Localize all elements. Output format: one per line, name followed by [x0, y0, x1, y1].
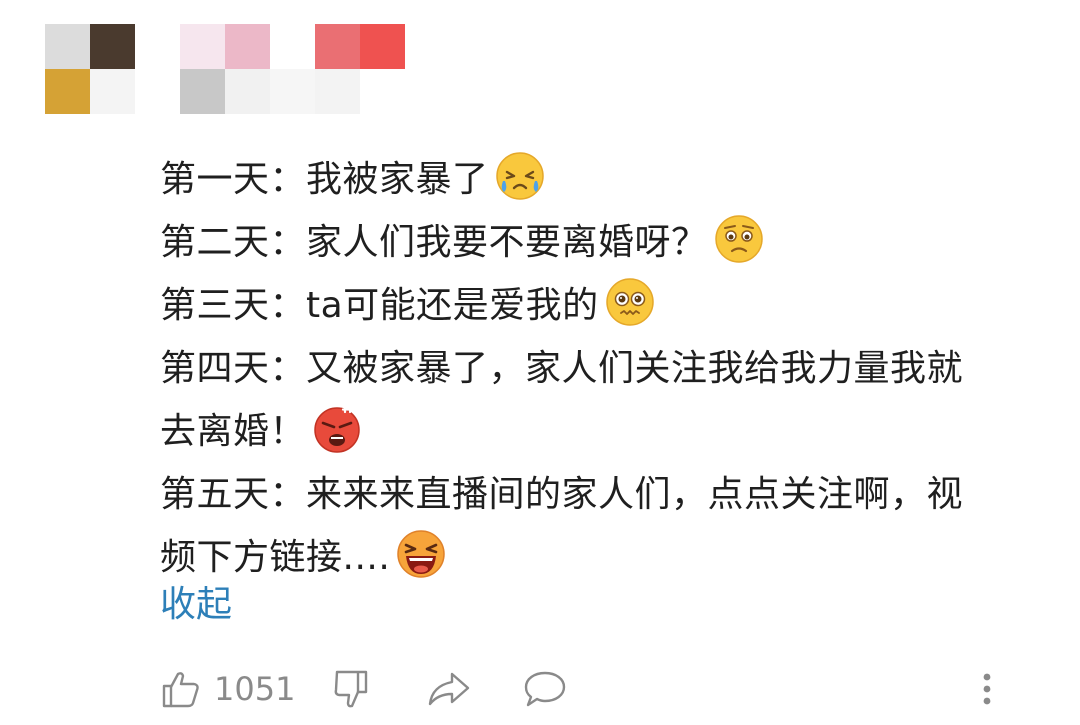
comment-line: 频下方链接....: [160, 526, 1050, 589]
username-pixel: [225, 24, 270, 69]
more-button[interactable]: [980, 666, 994, 712]
avatar-pixel: [45, 24, 90, 69]
username-pixel: [360, 24, 405, 69]
comment-text: 第二天：家人们我要不要离婚呀？: [160, 222, 708, 263]
username-pixel: [225, 69, 270, 114]
crying-emoji: [495, 152, 544, 200]
comment-text: 第五天：来来来直播间的家人们，点点关注啊，视: [160, 474, 964, 515]
laughing-emoji: [397, 530, 446, 578]
username-pixel: [180, 24, 225, 69]
avatar[interactable]: [45, 24, 135, 114]
avatar-pixel: [45, 69, 90, 114]
pleading-emoji: [605, 278, 654, 326]
username-pixel: [180, 69, 225, 114]
worried-emoji: [714, 215, 763, 263]
like-button[interactable]: 1051: [160, 666, 295, 712]
comment-text: 第三天：ta可能还是爱我的: [160, 285, 599, 326]
comment-text: 第四天：又被家暴了，家人们关注我给我力量我就: [160, 348, 964, 389]
comment-line: 第五天：来来来直播间的家人们，点点关注啊，视: [160, 463, 1050, 526]
more-icon: [983, 673, 991, 705]
like-count: 1051: [214, 670, 296, 708]
username-pixel: [315, 69, 360, 114]
avatar-pixel: [90, 69, 135, 114]
username-pixel: [270, 69, 315, 114]
comment-line: 第二天：家人们我要不要离婚呀？: [160, 211, 1050, 274]
reply-icon: [524, 671, 566, 707]
comment-body: 第一天：我被家暴了 第二天：家人们我要不要离婚呀？ 第三天：ta可能还是爱我的: [160, 148, 1050, 589]
comment-line: 第三天：ta可能还是爱我的: [160, 274, 1050, 337]
thumbs-up-icon: [162, 672, 199, 708]
thumbs-down-icon: [334, 670, 368, 708]
collapse-link[interactable]: 收起: [160, 580, 232, 630]
username-pixel: [315, 24, 360, 69]
comment-action-bar: 1051: [160, 666, 1020, 712]
username-pixelated[interactable]: [180, 24, 405, 114]
comment-line: 第四天：又被家暴了，家人们关注我给我力量我就: [160, 337, 1050, 400]
comment-line: 第一天：我被家暴了: [160, 148, 1050, 211]
angry-emoji: [314, 405, 360, 453]
share-icon: [428, 672, 470, 706]
comment-text: 频下方链接....: [160, 537, 391, 578]
avatar-pixel: [90, 24, 135, 69]
dislike-button[interactable]: [332, 666, 374, 712]
comment-line: 去离婚！: [160, 400, 1050, 463]
comment-text: 去离婚！: [160, 411, 307, 452]
share-button[interactable]: [426, 666, 472, 712]
reply-button[interactable]: [522, 666, 568, 712]
comment-text: 第一天：我被家暴了: [160, 159, 489, 200]
